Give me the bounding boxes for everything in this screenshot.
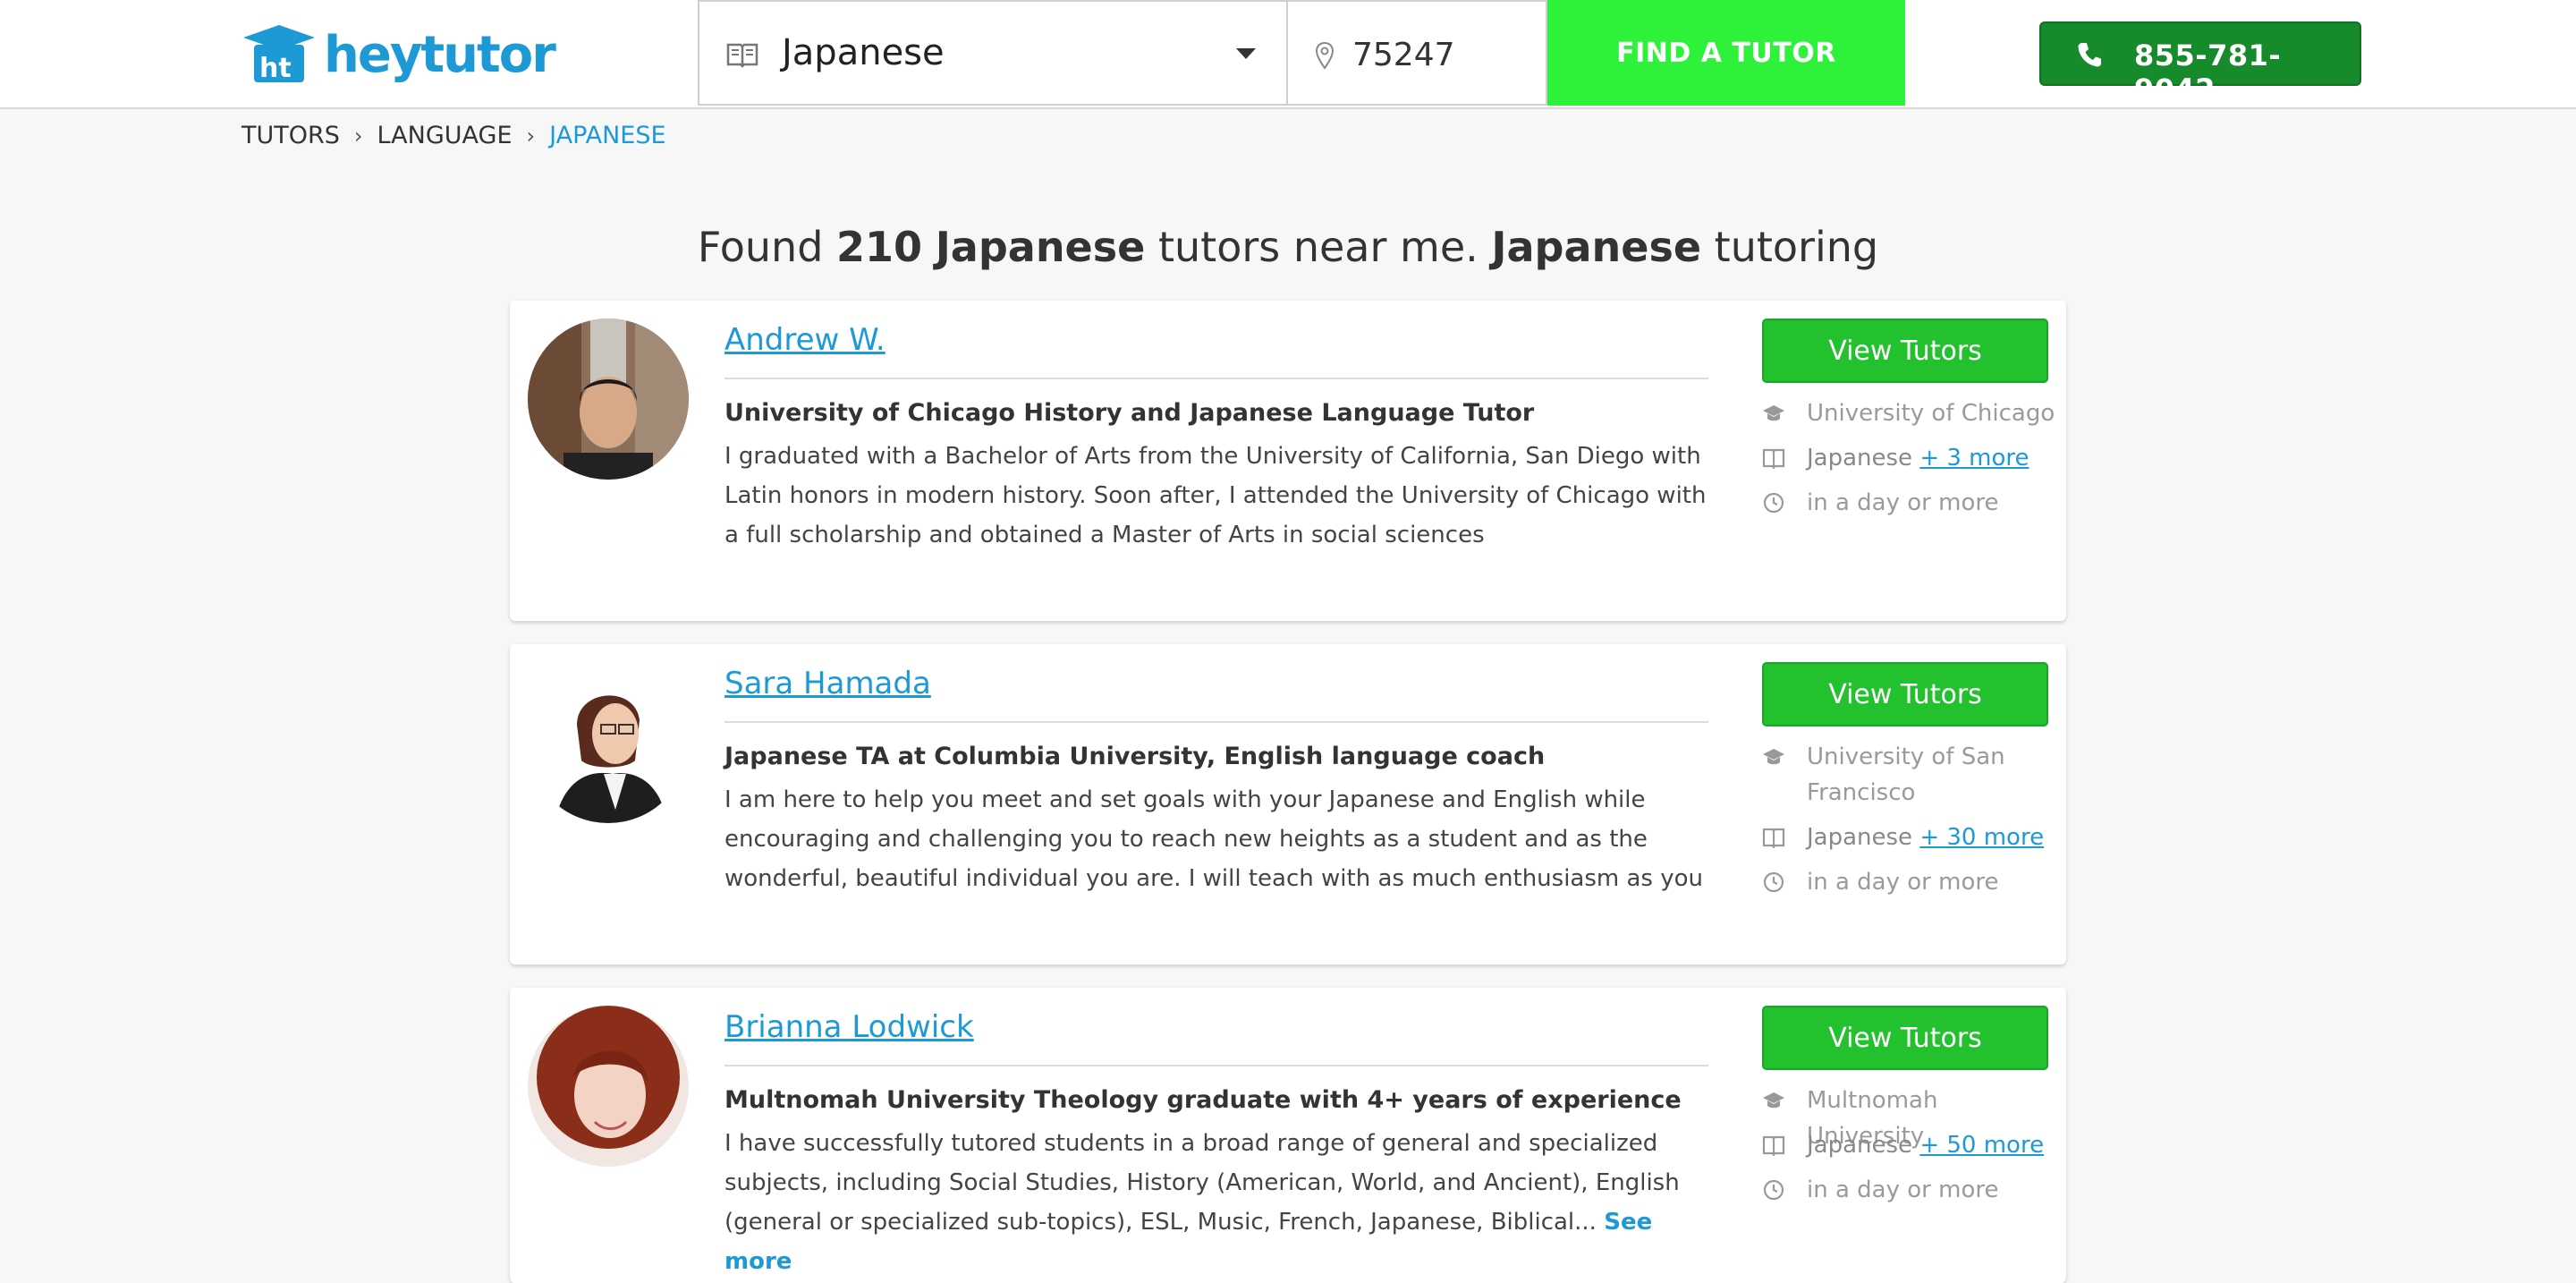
graduation-cap-icon <box>1763 1092 1784 1109</box>
tutor-subject: Japanese <box>1807 824 1913 851</box>
book-icon <box>1762 828 1785 848</box>
chevron-down-icon <box>1236 48 1256 59</box>
heading-subject: Japanese <box>935 222 1146 271</box>
tutor-meta: University of Chicago Japanese + 3 more … <box>1762 395 2057 530</box>
tutor-meta: University of San Francisco Japanese + 3… <box>1762 739 2057 909</box>
tutor-subject-row: Japanese + 50 more <box>1762 1127 2057 1172</box>
tutor-description: I am here to help you meet and set goals… <box>724 786 1704 892</box>
subject-select-value: Japanese <box>782 32 945 73</box>
tutor-headline: Japanese TA at Columbia University, Engl… <box>724 743 1546 770</box>
heading-subject-2: Japanese <box>1491 222 1702 271</box>
site-header: ht heytutor Japanese FIND A TUTOR 855-78… <box>0 0 2576 109</box>
breadcrumb-language[interactable]: LANGUAGE <box>377 122 513 149</box>
book-icon <box>1762 1135 1785 1156</box>
tutor-headline: University of Chicago History and Japane… <box>724 399 1535 427</box>
heading-found: Found <box>697 222 824 271</box>
avatar[interactable] <box>528 319 689 480</box>
breadcrumb: TUTORS › LANGUAGE › JAPANESE <box>242 122 666 149</box>
tutor-availability: in a day or more <box>1807 869 1999 896</box>
breadcrumb-separator: › <box>353 123 363 149</box>
tutor-subject-row: Japanese + 30 more <box>1762 820 2057 864</box>
phone-number: 855-781-9042 <box>2134 38 2282 106</box>
logo-part-tutor: tutor <box>420 25 555 84</box>
logo-part-hey: hey <box>324 25 422 84</box>
tutor-availability: in a day or more <box>1807 1177 1999 1203</box>
tutor-subject: Japanese <box>1807 1132 1913 1159</box>
breadcrumb-tutors[interactable]: TUTORS <box>242 122 340 149</box>
breadcrumb-separator: › <box>526 123 536 149</box>
zip-input[interactable] <box>1351 29 1533 81</box>
location-pin-icon <box>1315 41 1335 70</box>
subject-select[interactable]: Japanese <box>698 0 1288 106</box>
tutor-school: University of San Francisco <box>1807 743 2005 806</box>
find-a-tutor-button[interactable]: FIND A TUTOR <box>1547 0 1905 106</box>
book-icon <box>726 43 758 68</box>
tutor-availability-row: in a day or more <box>1762 485 2057 530</box>
more-subjects-link[interactable]: + 3 more <box>1919 445 2029 472</box>
graduation-cap-icon <box>1763 405 1784 421</box>
more-subjects-link[interactable]: + 30 more <box>1919 824 2044 851</box>
avatar-photo <box>528 662 689 823</box>
heading-near: tutors near me. <box>1157 222 1479 271</box>
phone-icon <box>2078 43 2101 67</box>
logo-wordmark: heytutor <box>324 25 556 84</box>
clock-icon <box>1763 871 1784 893</box>
breadcrumb-japanese[interactable]: JAPANESE <box>549 122 665 149</box>
tutor-meta: Multnomah University Japanese + 50 more … <box>1762 1083 2057 1217</box>
tutor-school-row: University of Chicago <box>1762 395 2057 440</box>
tutor-school-row: Multnomah University <box>1762 1083 2057 1150</box>
tutor-headline: Multnomah University Theology graduate w… <box>724 1086 1682 1114</box>
tutor-school-row: University of San Francisco <box>1762 739 2057 820</box>
avatar[interactable] <box>528 1006 689 1167</box>
tutor-description: I have successfully tutored students in … <box>724 1124 1717 1281</box>
tutor-card: Sara Hamada Japanese TA at Columbia Univ… <box>510 644 2066 964</box>
tutor-description: I graduated with a Bachelor of Arts from… <box>724 443 1707 548</box>
view-tutors-button[interactable]: View Tutors <box>1762 319 2048 383</box>
tutor-name-link[interactable]: Brianna Lodwick <box>724 1009 974 1045</box>
heytutor-logo[interactable]: ht heytutor <box>242 23 556 86</box>
tutor-subject-row: Japanese + 3 more <box>1762 440 2057 485</box>
more-subjects-link[interactable]: + 50 more <box>1919 1132 2044 1159</box>
phone-button[interactable]: 855-781-9042 <box>2039 21 2361 106</box>
book-icon <box>1762 448 1785 469</box>
tutor-name-link[interactable]: Sara Hamada <box>724 666 931 701</box>
tutor-availability-row: in a day or more <box>1762 864 2057 909</box>
divider <box>724 721 1708 723</box>
zip-field-wrapper <box>1288 0 1547 106</box>
view-tutors-button[interactable]: View Tutors <box>1762 1006 2048 1070</box>
heading-count: 210 <box>836 222 923 271</box>
svg-text:ht: ht <box>259 53 292 84</box>
tutor-description-text: I have successfully tutored students in … <box>724 1130 1680 1236</box>
view-tutors-button[interactable]: View Tutors <box>1762 662 2048 726</box>
tutor-availability: in a day or more <box>1807 489 1999 516</box>
tutor-card: Andrew W. University of Chicago History … <box>510 301 2066 621</box>
tutor-name-link[interactable]: Andrew W. <box>724 322 886 358</box>
graduation-cap-logo-icon: ht <box>243 25 315 84</box>
tutor-availability-row: in a day or more <box>1762 1172 2057 1217</box>
divider <box>724 378 1708 379</box>
avatar[interactable] <box>528 662 689 823</box>
graduation-cap-icon <box>1763 749 1784 765</box>
clock-icon <box>1763 492 1784 514</box>
page-title: Found 210 Japanese tutors near me. Japan… <box>0 223 2576 271</box>
avatar-photo <box>528 1006 689 1167</box>
tutor-subject: Japanese <box>1807 445 1913 472</box>
tutor-card: Brianna Lodwick Multnomah University The… <box>510 988 2066 1283</box>
clock-icon <box>1763 1179 1784 1201</box>
avatar-photo <box>528 319 689 480</box>
heading-tutoring: tutoring <box>1714 222 1879 271</box>
divider <box>724 1065 1708 1066</box>
tutor-school: University of Chicago <box>1807 400 2055 427</box>
